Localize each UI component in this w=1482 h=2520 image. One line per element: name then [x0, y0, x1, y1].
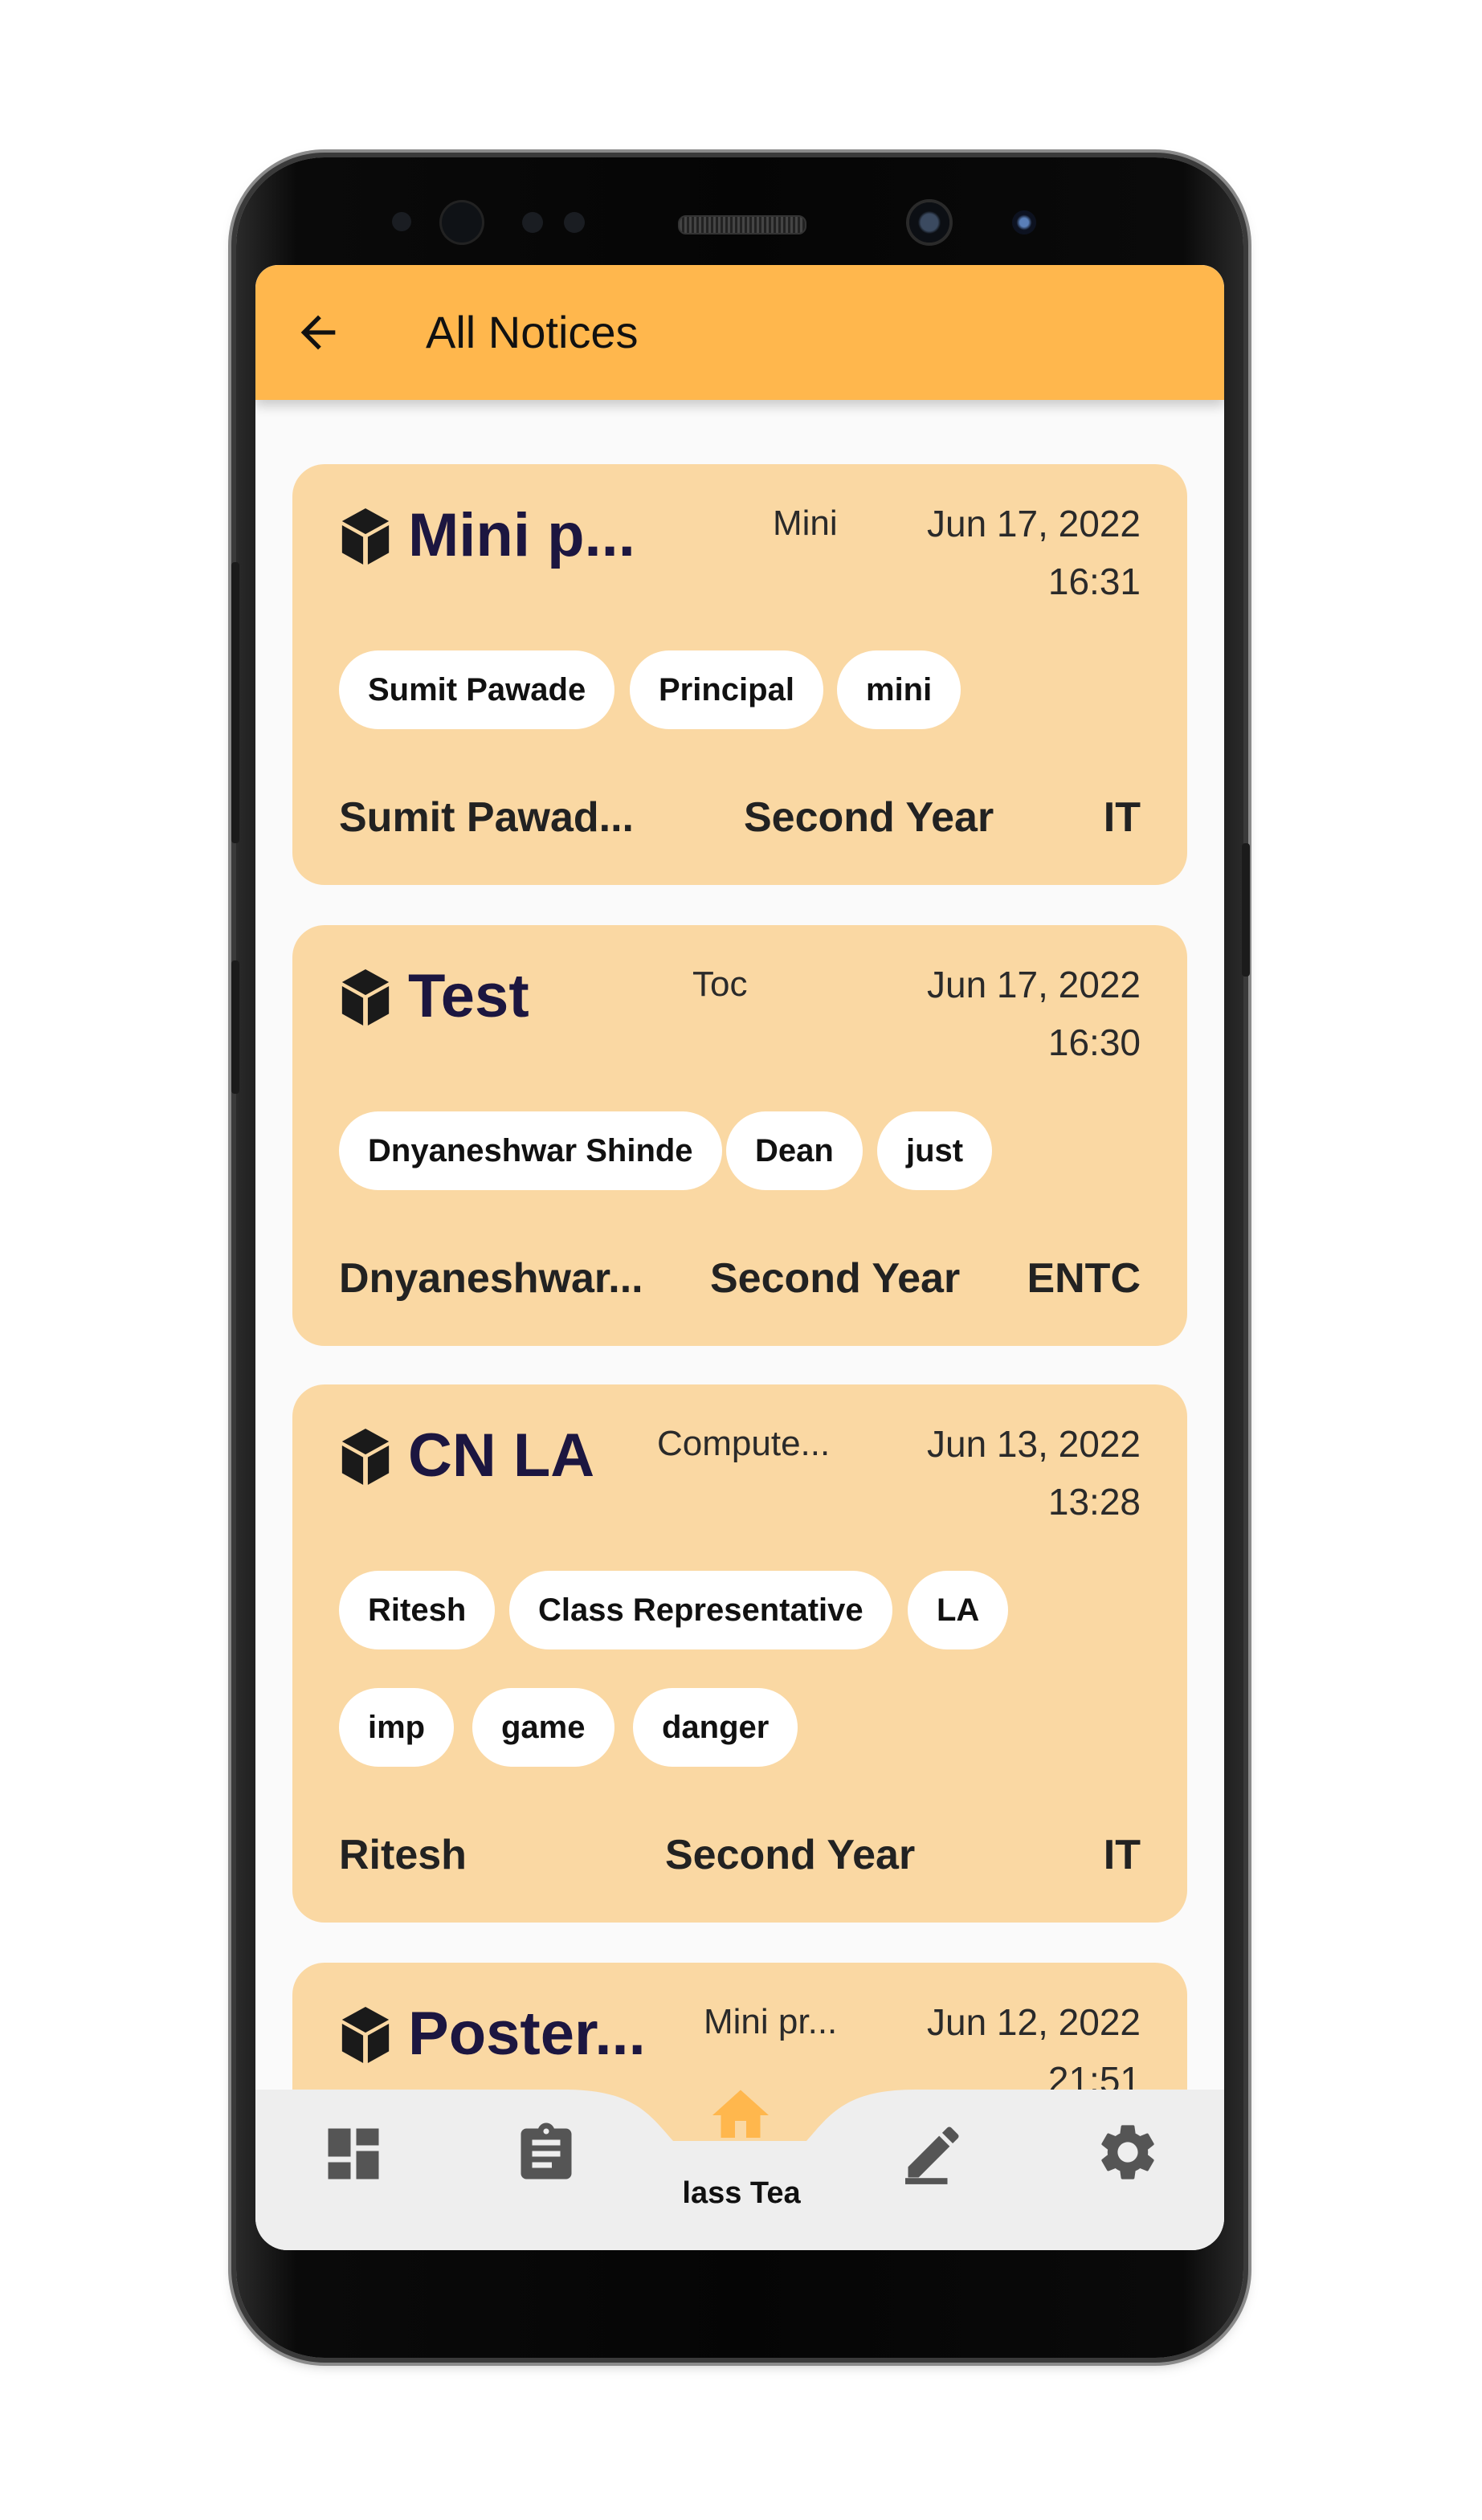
notice-branch: IT [1103, 794, 1141, 841]
notice-time: 16:31 [1047, 561, 1141, 602]
notice-time: 16:30 [1047, 1021, 1141, 1063]
bottom-nav-bar: lass Tea [255, 2090, 1224, 2250]
tag-chip[interactable]: Dean [726, 1111, 863, 1190]
tag-chip[interactable]: Class Representative [509, 1571, 892, 1649]
tag-chip[interactable]: Sumit Pawade [339, 650, 615, 729]
phone-side-button [1242, 843, 1250, 977]
tag-chip[interactable]: mini [837, 650, 961, 729]
notice-title: Mini p... [408, 501, 635, 569]
phone-speaker [678, 215, 806, 234]
arrow-left-icon [300, 315, 336, 350]
notice-author: Sumit Pawad... [339, 794, 634, 841]
tag-chip[interactable]: game [472, 1688, 614, 1767]
notice-year: Second Year [665, 1832, 916, 1878]
nav-notices[interactable] [512, 2120, 580, 2188]
notice-year: Second Year [710, 1255, 961, 1302]
back-button[interactable] [292, 307, 344, 358]
nav-home-active[interactable] [707, 2082, 774, 2149]
tag-chip[interactable]: LA [908, 1571, 1009, 1649]
notice-card[interactable]: CN LA Compute... Jun 13, 2022 13:28 Rite… [292, 1384, 1187, 1923]
tag-chip[interactable]: Principal [630, 650, 823, 729]
page-title: All Notices [426, 307, 639, 357]
dashboard-icon [328, 2128, 379, 2180]
notice-date: Jun 12, 2022 [926, 2001, 1141, 2043]
cube-icon [341, 2007, 390, 2063]
notice-subject: Compute... [657, 1424, 831, 1463]
notice-date: Jun 13, 2022 [926, 1423, 1141, 1465]
cube-icon [341, 1429, 390, 1485]
cube-icon [341, 508, 390, 565]
phone-side-button [231, 562, 239, 843]
notice-year: Second Year [744, 794, 994, 841]
settings-icon [1101, 2125, 1154, 2180]
nav-settings[interactable] [1094, 2118, 1162, 2186]
edit-icon [905, 2127, 959, 2184]
nav-home-label: lass Tea [682, 2176, 801, 2210]
notice-branch: IT [1103, 1832, 1141, 1878]
notice-subject: Toc [692, 964, 748, 1004]
tag-chip[interactable]: imp [339, 1688, 455, 1767]
phone-iris-sensor [1012, 210, 1036, 234]
notice-branch: ENTC [1027, 1255, 1141, 1302]
notice-author: Dnyaneshwar... [339, 1255, 643, 1302]
notice-date: Jun 17, 2022 [926, 964, 1141, 1005]
notice-card[interactable]: Mini p... Mini Jun 17, 2022 16:31 Sumit … [292, 464, 1187, 885]
tag-chip[interactable]: just [877, 1111, 993, 1190]
phone-sensor [442, 202, 482, 243]
notice-time: 13:28 [1047, 1481, 1141, 1523]
phone-sensor [392, 212, 411, 231]
clipboard-icon [521, 2122, 572, 2180]
notice-card[interactable]: Test Toc Jun 17, 2022 16:30 Dnyaneshwar … [292, 925, 1187, 1346]
tag-chip[interactable]: Dnyaneshwar Shinde [339, 1111, 722, 1190]
nav-edit[interactable] [900, 2118, 967, 2186]
phone-side-button [231, 960, 239, 1094]
phone-sensor [564, 212, 585, 233]
notice-title: Test [408, 962, 529, 1030]
cube-icon [341, 969, 390, 1026]
phone-front-camera [909, 202, 949, 243]
nav-dashboard[interactable] [320, 2120, 387, 2188]
home-icon [712, 2090, 769, 2138]
notice-subject: Mini pr... [704, 2002, 838, 2041]
tag-chip[interactable]: Ritesh [339, 1571, 496, 1649]
phone-sensor [522, 212, 543, 233]
notice-title: CN LA [408, 1421, 595, 1490]
notice-subject: Mini [773, 504, 838, 543]
notice-date: Jun 17, 2022 [926, 503, 1141, 544]
app-screen: All Notices Mini p... Mini Jun 17, 2022 … [255, 265, 1224, 2250]
app-bar: All Notices [255, 265, 1224, 400]
notice-author: Ritesh [339, 1832, 467, 1878]
tag-chip[interactable]: danger [633, 1688, 798, 1767]
notice-title: Poster... [408, 2000, 646, 2068]
